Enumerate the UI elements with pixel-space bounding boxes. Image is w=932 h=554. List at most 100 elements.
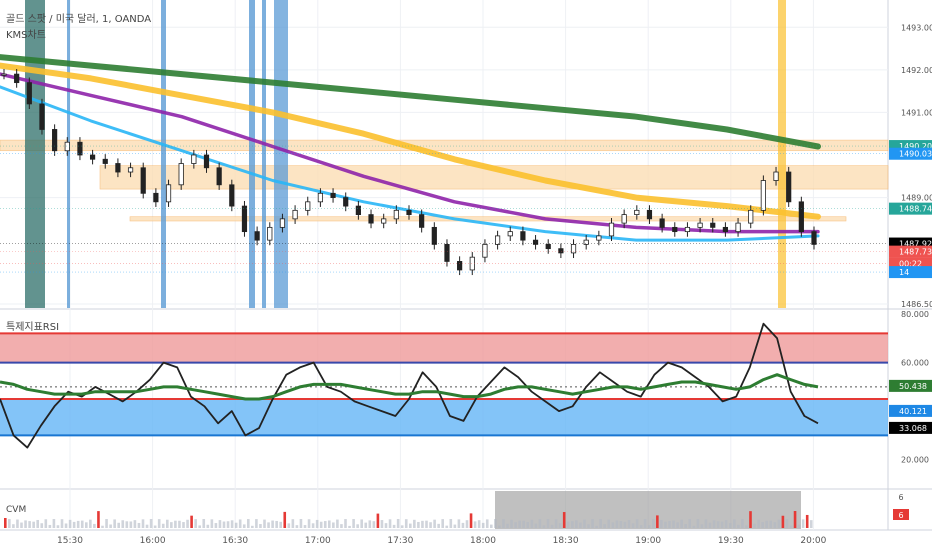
volume-bar xyxy=(445,525,449,528)
volume-bar xyxy=(364,522,368,528)
volume-bar xyxy=(728,523,732,528)
volume-bar xyxy=(117,522,120,528)
volume-bar xyxy=(494,519,497,528)
candle-body xyxy=(102,158,108,164)
volume-bar xyxy=(44,519,48,528)
candle-body xyxy=(140,167,146,194)
candle-body xyxy=(292,209,298,220)
candle-body xyxy=(279,218,286,228)
volume-bar xyxy=(20,522,23,528)
candle-body xyxy=(748,209,754,224)
volume-bar xyxy=(28,521,31,528)
volume-bar xyxy=(157,519,161,528)
volume-bar xyxy=(510,519,513,528)
volume-bar xyxy=(182,522,185,528)
volume-bar xyxy=(769,520,773,528)
time-tick-label: 18:00 xyxy=(470,536,496,546)
volume-bar xyxy=(56,525,60,528)
volume-bar xyxy=(113,519,116,528)
candle-body xyxy=(355,205,361,215)
candle-body xyxy=(634,209,640,215)
volume-bar xyxy=(129,521,133,528)
volume-bar xyxy=(340,524,343,528)
candle-body xyxy=(469,256,475,271)
volume-bar xyxy=(704,519,708,528)
volume-bar xyxy=(449,519,453,528)
volume-bar xyxy=(348,525,351,528)
volume-bar xyxy=(542,525,546,528)
volume-bar xyxy=(575,520,578,528)
volume-bar xyxy=(328,520,331,528)
volume-bar xyxy=(692,525,696,528)
volume-bar xyxy=(417,521,420,528)
candle-body xyxy=(431,226,437,245)
volume-bar xyxy=(607,519,611,528)
candle-body xyxy=(153,192,159,203)
candle-body xyxy=(330,192,336,198)
candle-body xyxy=(545,243,551,250)
candle-body xyxy=(520,231,526,241)
candle-body xyxy=(254,231,260,241)
volume-bar xyxy=(161,523,165,528)
volume-bar xyxy=(206,524,210,528)
volume-bar xyxy=(595,525,598,528)
volume-bar xyxy=(801,519,805,528)
candle-body xyxy=(697,222,703,228)
volume-title: CVM xyxy=(6,505,26,515)
volume-bar xyxy=(275,520,278,528)
candle-body xyxy=(115,163,121,173)
volume-bar xyxy=(413,519,416,528)
volume-bar xyxy=(48,524,52,528)
volume-bar xyxy=(279,521,282,528)
candle-body xyxy=(583,239,589,245)
volume-bar xyxy=(526,521,530,528)
volume-bar xyxy=(481,522,485,528)
volume-bar xyxy=(571,521,574,528)
volume-bar xyxy=(660,519,663,528)
candle-body xyxy=(621,214,627,224)
candle-body xyxy=(507,231,513,237)
time-tick-label: 16:30 xyxy=(222,536,248,546)
volume-bar xyxy=(785,519,789,528)
volume-bar xyxy=(16,519,19,528)
volume-bar xyxy=(668,520,671,528)
candle-body xyxy=(77,141,83,156)
volume-bar xyxy=(174,520,177,528)
candle-body xyxy=(735,222,741,233)
volume-bar xyxy=(579,522,582,528)
volume-bar xyxy=(797,524,801,528)
candle-body xyxy=(26,82,32,105)
volume-bar xyxy=(506,523,509,528)
candle-body xyxy=(710,222,716,228)
volume-bar xyxy=(242,524,246,528)
chart-window: 15:30 16:00 16:30 17:00 17:30 18:00 18:30 19:00… xyxy=(0,0,932,550)
volume-bar xyxy=(591,519,594,528)
volume-bar xyxy=(805,514,809,528)
volume-bar xyxy=(809,520,813,528)
candle-body xyxy=(229,184,235,207)
candle-body xyxy=(482,243,488,258)
volume-bar xyxy=(789,525,793,528)
volume-bar xyxy=(32,521,35,528)
candle-body xyxy=(393,209,399,220)
volume-bar xyxy=(777,519,781,528)
candle-body xyxy=(457,261,463,271)
candle-body xyxy=(646,209,653,220)
volume-bar xyxy=(696,519,700,528)
volume-bar xyxy=(558,523,562,528)
volume-bar xyxy=(356,524,359,528)
volume-bar xyxy=(716,521,720,528)
candle-body xyxy=(52,129,58,152)
time-tick-label: 17:00 xyxy=(305,536,331,546)
candle-body xyxy=(343,197,349,207)
volume-bar xyxy=(352,519,355,528)
time-tick-label: 16:00 xyxy=(140,536,166,546)
candle-body xyxy=(786,171,792,203)
volume-bar xyxy=(749,511,752,528)
volume-bar xyxy=(566,521,570,528)
volume-bar xyxy=(473,521,477,528)
volume-bar xyxy=(429,522,432,528)
rsi-label-text: 33.068 xyxy=(899,424,927,433)
volume-bar xyxy=(623,521,627,528)
volume-bar xyxy=(230,520,234,528)
